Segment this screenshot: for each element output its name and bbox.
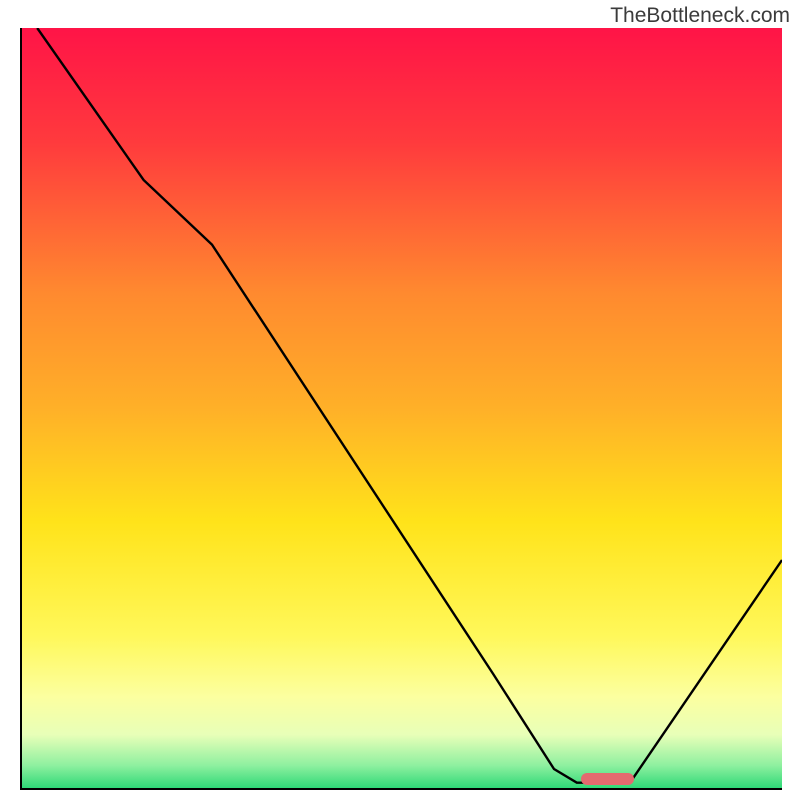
watermark-text: TheBottleneck.com — [610, 4, 790, 28]
bottleneck-curve-path — [37, 28, 782, 783]
curve-layer — [22, 28, 782, 788]
bottleneck-chart: TheBottleneck.com — [0, 0, 800, 800]
plot-area — [20, 28, 782, 790]
optimal-range-marker — [581, 773, 634, 785]
